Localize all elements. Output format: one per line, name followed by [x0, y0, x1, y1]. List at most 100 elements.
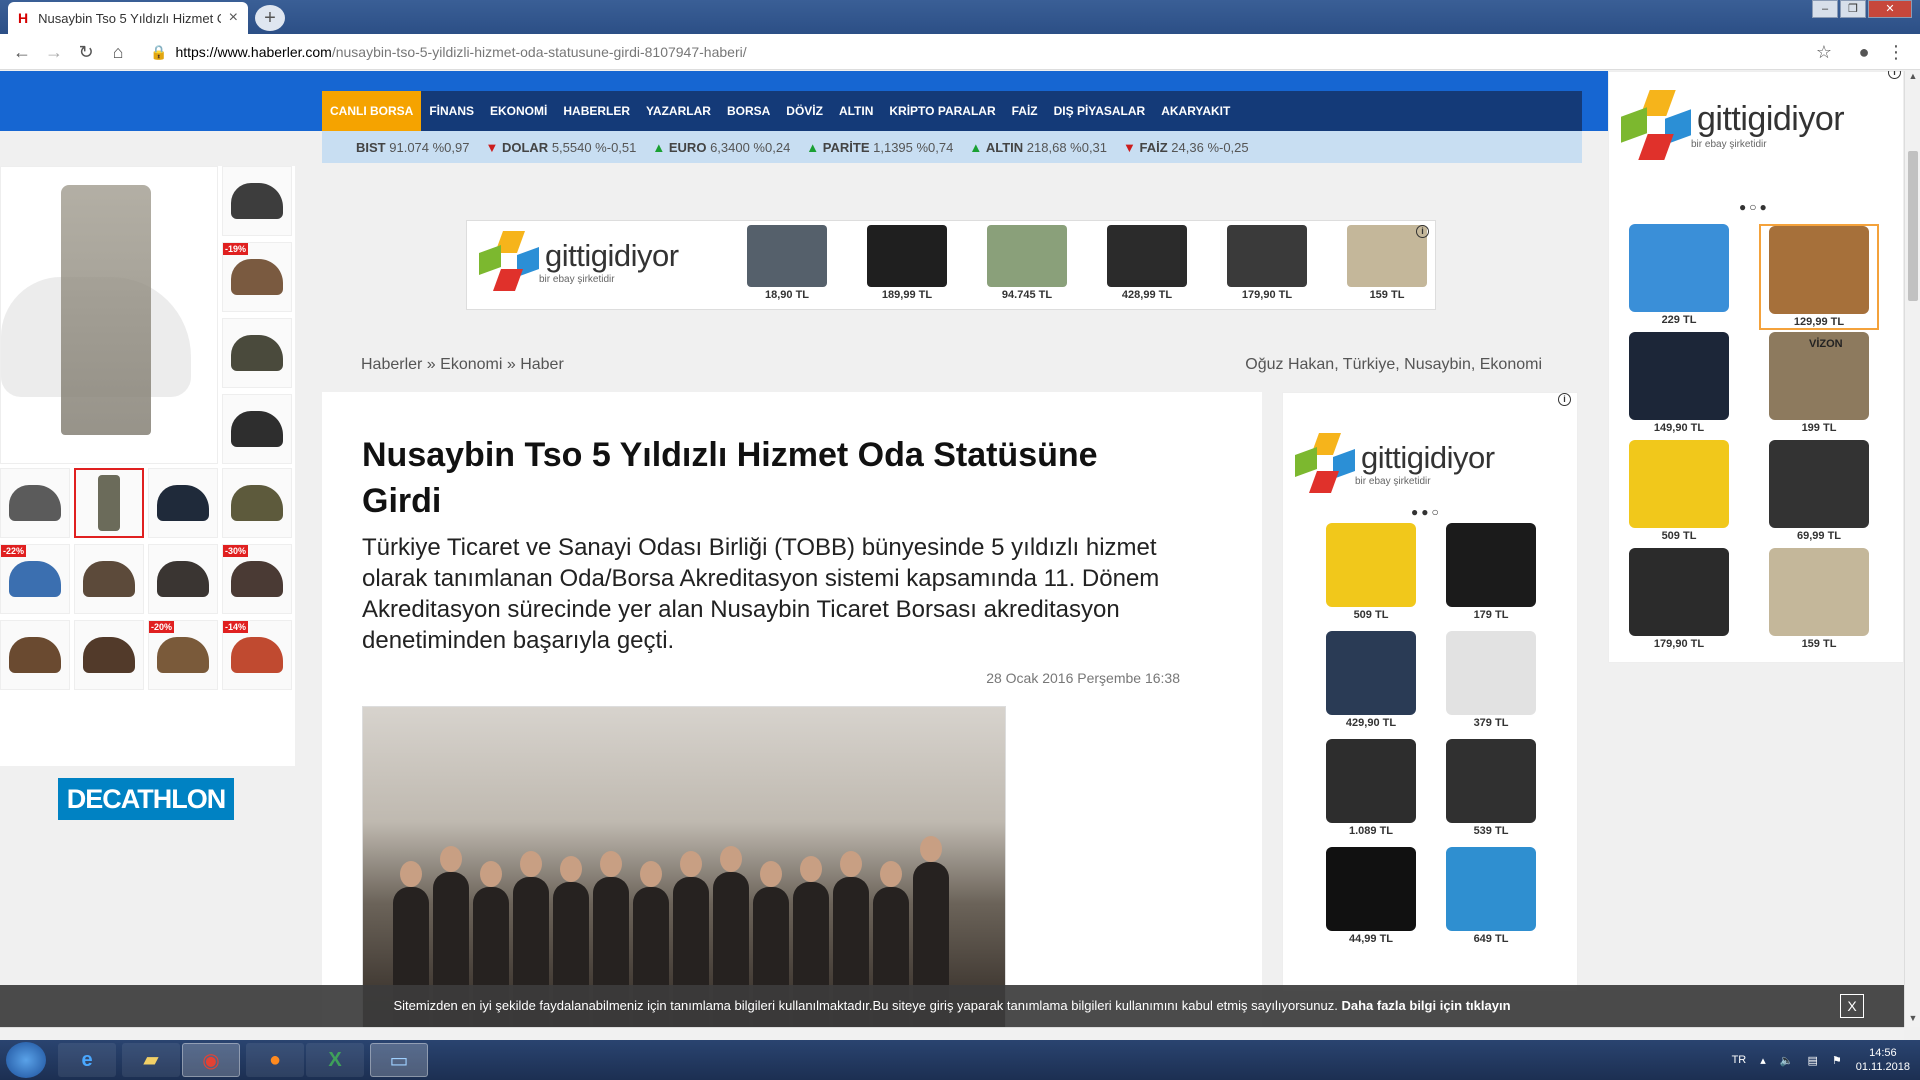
ad-product-thumbnail[interactable]: [74, 544, 144, 614]
nav-altin[interactable]: ALTIN: [831, 91, 881, 131]
ad-product[interactable]: 229 TL: [1619, 224, 1739, 326]
cookie-more-info-link[interactable]: Daha fazla bilgi için tıklayın: [1341, 998, 1510, 1013]
nav-faiz[interactable]: FAİZ: [1004, 91, 1046, 131]
horizontal-scrollbar[interactable]: [0, 1027, 1904, 1041]
url-field[interactable]: 🔒 https://www.haberler.com/nusaybin-tso-5…: [150, 40, 1790, 64]
firefox-icon[interactable]: ●: [246, 1043, 304, 1077]
reload-icon[interactable]: ↻: [74, 40, 98, 64]
nav-dis-piyasalar[interactable]: DIŞ PİYASALAR: [1046, 91, 1154, 131]
ad-product-thumbnail[interactable]: -19%: [222, 242, 292, 312]
ad-product[interactable]: 179 TL: [1431, 523, 1551, 621]
tray-arrow-icon[interactable]: ▴: [1760, 1054, 1766, 1067]
network-icon[interactable]: ▤: [1807, 1054, 1817, 1067]
file-explorer-icon[interactable]: ▰: [122, 1043, 180, 1077]
ad-product-thumbnail[interactable]: [222, 394, 292, 464]
breadcrumb[interactable]: Haberler » Ekonomi » Haber: [361, 356, 564, 374]
ad-product[interactable]: 179,90 TL: [1619, 548, 1739, 650]
nav-doviz[interactable]: DÖVİZ: [778, 91, 831, 131]
ad-product[interactable]: 69,99 TL: [1759, 440, 1879, 542]
ticker-item[interactable]: ▲ PARİTE 1,1395 %0,74: [806, 140, 953, 155]
ad-product-thumbnail[interactable]: -30%: [222, 544, 292, 614]
scroll-up-icon[interactable]: ▲: [1905, 71, 1920, 85]
ad-product-thumbnail[interactable]: [222, 468, 292, 538]
new-tab-button[interactable]: +: [255, 5, 285, 31]
cookie-close-button[interactable]: X: [1840, 994, 1864, 1018]
top-banner-ad[interactable]: gittigidiyor bir ebay şirketidir 18,90 T…: [466, 220, 1436, 310]
ad-info-icon[interactable]: i: [1888, 71, 1901, 79]
right-ad[interactable]: i gittigidiyor bir ebay şirketidir ●○● 2…: [1608, 71, 1904, 663]
ad-info-icon[interactable]: i: [1558, 393, 1571, 406]
ad-product[interactable]: 428,99 TL: [1087, 225, 1207, 301]
remote-desktop-icon[interactable]: ▭: [370, 1043, 428, 1077]
ad-product[interactable]: 429,90 TL: [1311, 631, 1431, 729]
gittigidiyor-logo[interactable]: gittigidiyor bir ebay şirketidir: [1295, 433, 1495, 493]
ad-product-thumbnail[interactable]: [74, 468, 144, 538]
ad-product[interactable]: 159 TL: [1759, 548, 1879, 650]
ad-product[interactable]: 179,90 TL: [1207, 225, 1327, 301]
ad-product[interactable]: 379 TL: [1431, 631, 1551, 729]
carousel-dots[interactable]: ●●○: [1411, 505, 1442, 519]
ad-product-thumbnail[interactable]: [222, 166, 292, 236]
system-clock[interactable]: 14:56 01.11.2018: [1856, 1046, 1910, 1074]
volume-icon[interactable]: 🔈: [1780, 1054, 1794, 1067]
nav-akaryakit[interactable]: AKARYAKIT: [1153, 91, 1238, 131]
ad-product-thumbnail[interactable]: [222, 318, 292, 388]
ticker-item[interactable]: ▼ FAİZ 24,36 %-0,25: [1123, 140, 1249, 155]
ticker-item[interactable]: ▲ EURO 6,3400 %0,24: [652, 140, 790, 155]
flag-icon[interactable]: ⚑: [1832, 1054, 1842, 1067]
chrome-icon[interactable]: ◉: [182, 1043, 240, 1077]
ad-product[interactable]: 44,99 TL: [1311, 847, 1431, 945]
maximize-button[interactable]: ❐: [1840, 0, 1866, 18]
ad-product[interactable]: VİZON 199 TL: [1759, 332, 1879, 434]
ad-product[interactable]: 509 TL: [1619, 440, 1739, 542]
article-tags[interactable]: Oğuz Hakan, Türkiye, Nusaybin, Ekonomi: [1245, 356, 1542, 374]
ad-product-thumbnail[interactable]: -14%: [222, 620, 292, 690]
ticker-item[interactable]: ▲ ALTIN 218,68 %0,31: [969, 140, 1107, 155]
ad-info-icon[interactable]: i: [1416, 225, 1429, 238]
language-indicator[interactable]: TR: [1732, 1054, 1747, 1066]
scroll-down-icon[interactable]: ▼: [1905, 1013, 1920, 1027]
ad-product-thumbnail[interactable]: [74, 620, 144, 690]
ad-product[interactable]: 189,99 TL: [847, 225, 967, 301]
ad-product-thumbnail[interactable]: -20%: [148, 620, 218, 690]
back-icon[interactable]: ←: [10, 40, 34, 64]
carousel-dots[interactable]: ●○●: [1739, 200, 1770, 214]
decathlon-logo[interactable]: DECATHLON: [58, 778, 234, 820]
nav-borsa[interactable]: BORSA: [719, 91, 778, 131]
sidebar-ad[interactable]: i gittigidiyor bir ebay şirketidir ●●○ 5…: [1282, 392, 1578, 992]
nav-kripto-paralar[interactable]: KRİPTO PARALAR: [881, 91, 1003, 131]
ad-main-product-image[interactable]: [0, 166, 218, 464]
ticker-item[interactable]: ▼ DOLAR 5,5540 %-0,51: [485, 140, 636, 155]
home-icon[interactable]: ⌂: [106, 40, 130, 64]
ad-product-thumbnail[interactable]: [0, 620, 70, 690]
excel-icon[interactable]: X: [306, 1043, 364, 1077]
menu-icon[interactable]: ⋮: [1884, 40, 1908, 64]
nav-yazarlar[interactable]: YAZARLAR: [638, 91, 719, 131]
gittigidiyor-logo[interactable]: gittigidiyor bir ebay şirketidir: [1621, 90, 1845, 160]
article-photo[interactable]: [362, 706, 1006, 1027]
nav-finans[interactable]: FİNANS: [421, 91, 482, 131]
ad-product[interactable]: 129,99 TL: [1759, 224, 1879, 330]
close-window-button[interactable]: ✕: [1868, 0, 1912, 18]
ad-product[interactable]: 1.089 TL: [1311, 739, 1431, 837]
ticker-item[interactable]: BIST 91.074 %0,97: [356, 140, 469, 155]
scrollbar-thumb[interactable]: [1908, 151, 1918, 301]
ad-product-thumbnail[interactable]: [0, 468, 70, 538]
ad-product-thumbnail[interactable]: -22%: [0, 544, 70, 614]
start-button[interactable]: [6, 1042, 46, 1078]
nav-canli-borsa[interactable]: CANLI BORSA: [322, 91, 422, 131]
internet-explorer-icon[interactable]: e: [58, 1043, 116, 1077]
ad-product[interactable]: 18,90 TL: [727, 225, 847, 301]
close-tab-icon[interactable]: ×: [229, 9, 238, 27]
minimize-button[interactable]: –: [1812, 0, 1838, 18]
ad-product-thumbnail[interactable]: [148, 544, 218, 614]
nav-haberler[interactable]: HABERLER: [555, 91, 638, 131]
vertical-scrollbar[interactable]: ▲ ▼: [1904, 71, 1920, 1027]
profile-icon[interactable]: ●: [1852, 40, 1876, 64]
decathlon-ad[interactable]: -19% -22% -30% -20% -14% DECATHLON: [0, 166, 295, 820]
ad-product[interactable]: 94.745 TL: [967, 225, 1087, 301]
ad-product[interactable]: 159 TL: [1327, 225, 1447, 301]
nav-ekonomi[interactable]: EKONOMİ: [482, 91, 555, 131]
ad-product[interactable]: 649 TL: [1431, 847, 1551, 945]
ad-product[interactable]: 509 TL: [1311, 523, 1431, 621]
